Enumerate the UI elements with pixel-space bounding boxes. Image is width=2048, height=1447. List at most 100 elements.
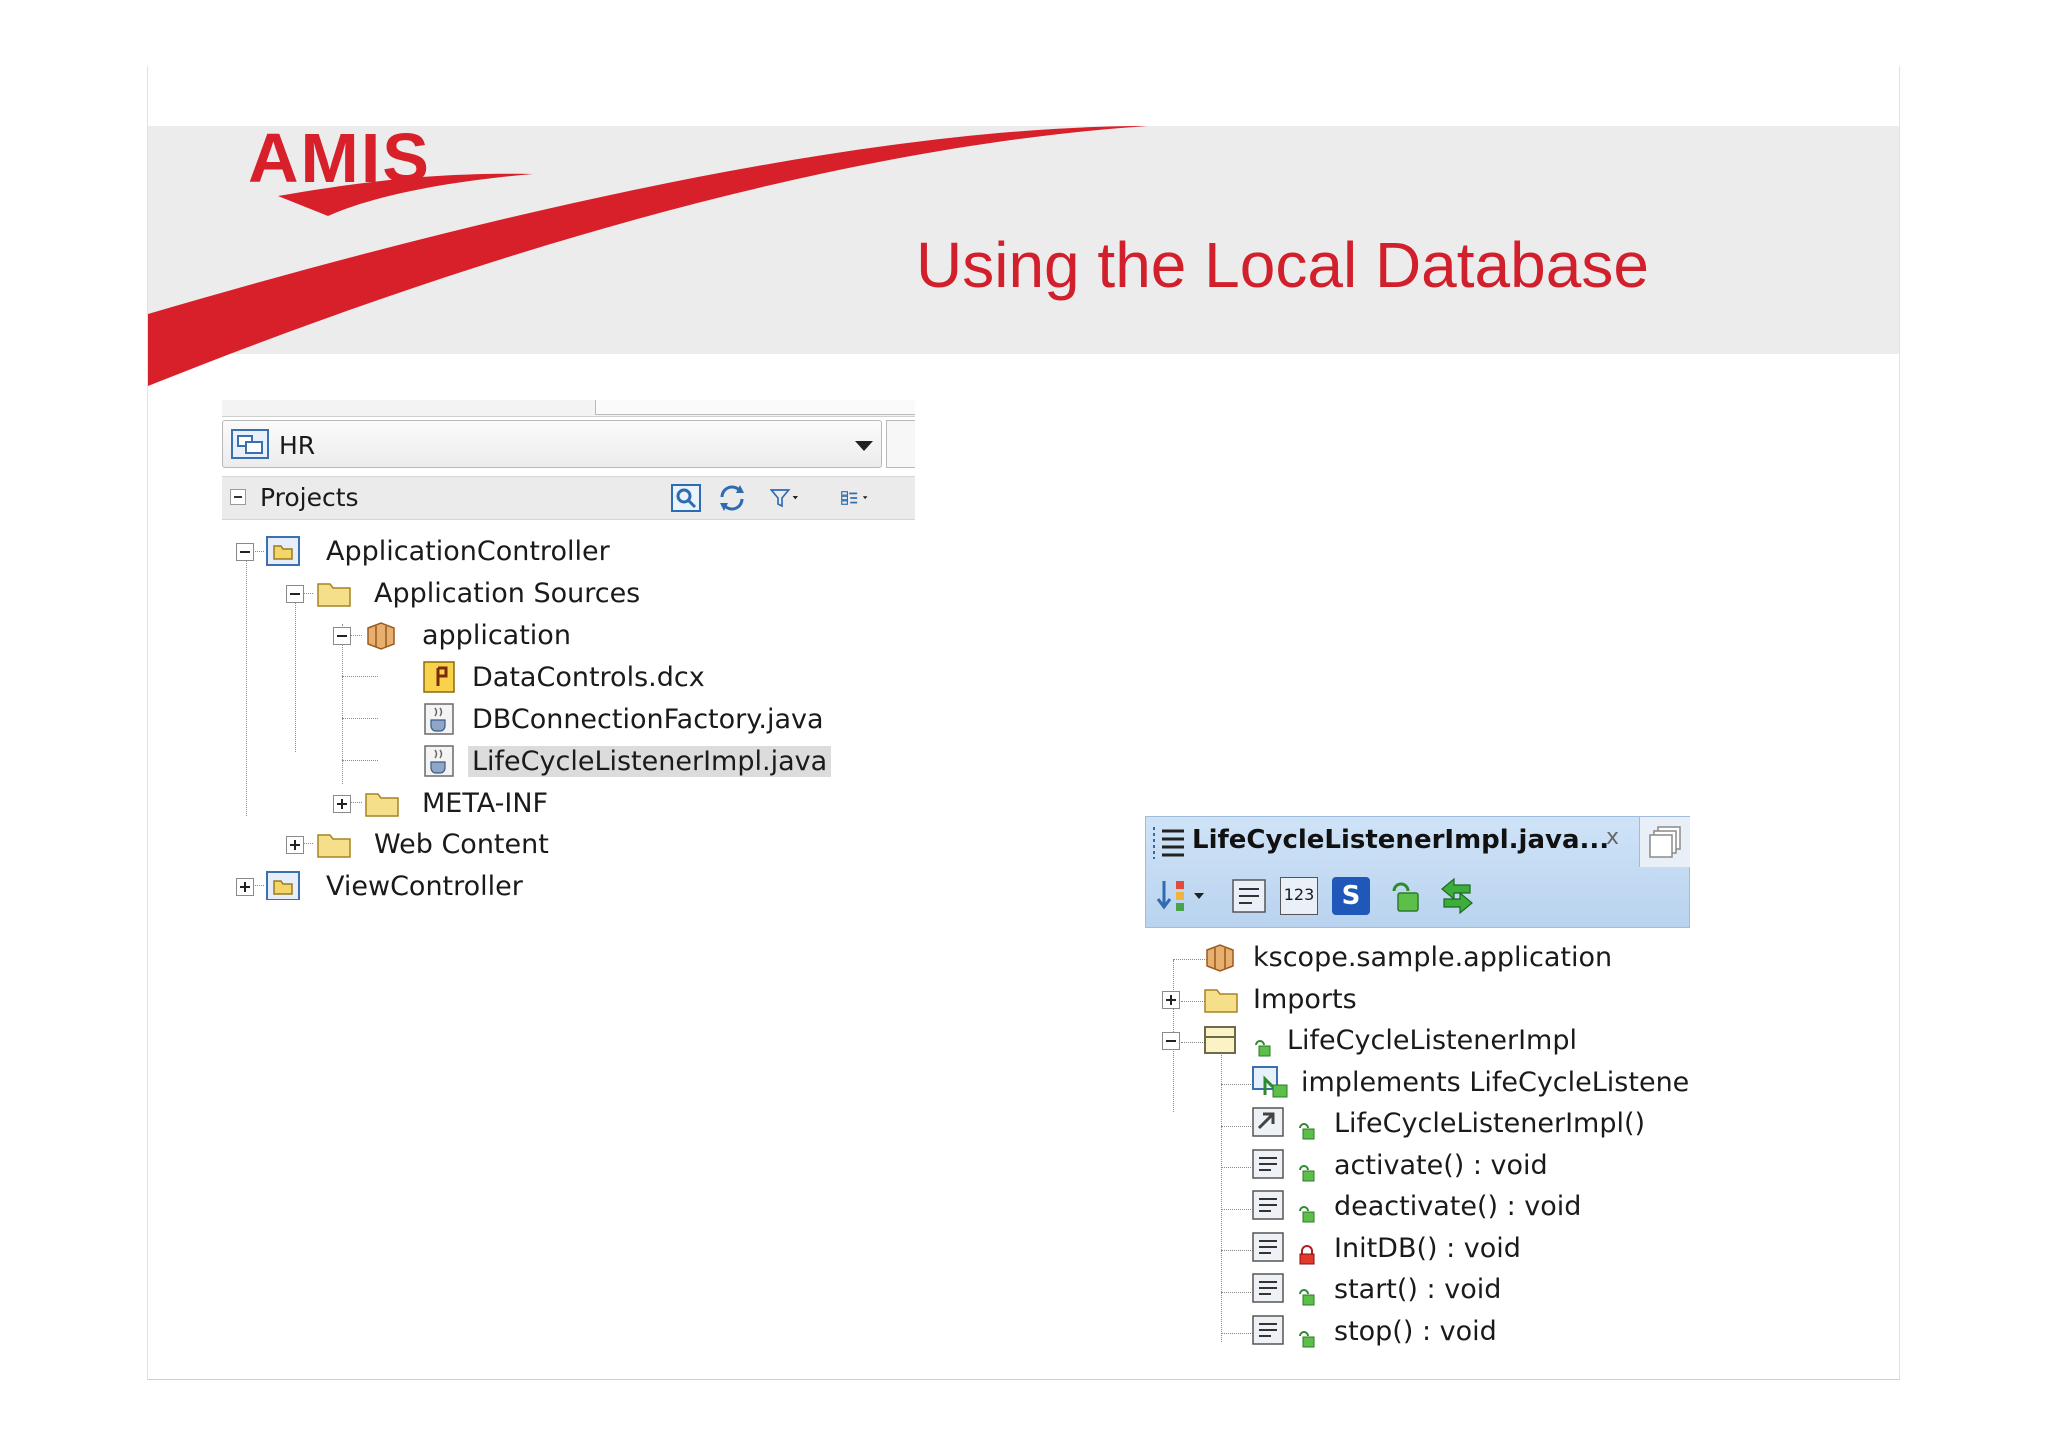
tree-node-datacontrols-dcx[interactable]: DataControls.dcx <box>222 658 915 698</box>
structure-node-method-activate[interactable]: activate() : void <box>1145 1146 1690 1186</box>
expand-icon[interactable] <box>236 878 254 896</box>
search-icon[interactable] <box>670 483 702 513</box>
folder-icon <box>317 583 351 607</box>
collapse-icon[interactable] <box>333 627 351 645</box>
projects-bar: Projects <box>222 476 915 520</box>
folder-icon <box>317 834 351 858</box>
sort-icon[interactable] <box>1154 877 1212 915</box>
navigator-tab-strip <box>222 400 915 417</box>
close-icon[interactable]: x <box>1606 825 1619 850</box>
folder-icon <box>1204 989 1238 1013</box>
public-access-icon <box>1299 1289 1315 1306</box>
tree-node-application-sources[interactable]: Application Sources <box>222 574 915 614</box>
filter-icon[interactable] <box>770 483 802 513</box>
structure-node-method-start[interactable]: start() : void <box>1145 1270 1690 1310</box>
structure-node-method-stop[interactable]: stop() : void <box>1145 1312 1690 1352</box>
tree-node-label: LifeCycleListenerImpl.java <box>468 746 832 777</box>
structure-node-imports[interactable]: Imports <box>1145 980 1690 1020</box>
project-icon <box>266 871 300 900</box>
class-icon <box>1204 1026 1236 1054</box>
structure-header: LifeCycleListenerImpl.java... x 123 S <box>1145 816 1690 928</box>
tree-node-label: Web Content <box>374 829 549 860</box>
method-icon <box>1252 1190 1284 1220</box>
expand-icon[interactable] <box>333 795 351 813</box>
structure-node-label: LifeCycleListenerImpl <box>1287 1025 1577 1056</box>
brand-swoosh <box>148 126 1148 386</box>
application-selector[interactable]: HR <box>222 420 882 468</box>
public-access-icon <box>1299 1206 1315 1223</box>
expand-icon[interactable] <box>1162 991 1180 1009</box>
tree-node-label: DBConnectionFactory.java <box>472 704 824 735</box>
private-access-icon <box>1299 1245 1315 1265</box>
tree-node-applicationcontroller[interactable]: ApplicationController <box>222 532 915 572</box>
application-menu-button[interactable] <box>886 420 915 468</box>
structure-title: LifeCycleListenerImpl.java... <box>1192 825 1610 855</box>
structure-node-label: InitDB() : void <box>1334 1233 1521 1264</box>
package-icon <box>367 622 395 650</box>
dcx-file-icon <box>423 661 455 693</box>
structure-node-method-initdb[interactable]: InitDB() : void <box>1145 1229 1690 1269</box>
collapse-icon[interactable] <box>236 543 254 561</box>
method-icon <box>1252 1273 1284 1303</box>
structure-node-label: stop() : void <box>1334 1316 1497 1347</box>
tree-node-application-package[interactable]: application <box>222 616 915 656</box>
method-icon <box>1252 1149 1284 1179</box>
minimize-pane-button[interactable] <box>1639 817 1690 867</box>
tree-node-lifecyclelistenerimpl-java[interactable]: LifeCycleListenerImpl.java <box>222 742 915 782</box>
structure-pane: LifeCycleListenerImpl.java... x 123 S ks… <box>1145 816 1690 1356</box>
public-access-icon <box>1255 1040 1271 1057</box>
static-icon[interactable]: S <box>1332 877 1370 915</box>
method-icon <box>1252 1232 1284 1262</box>
collapse-icon[interactable] <box>230 489 246 505</box>
tree-node-label: ApplicationController <box>326 536 610 567</box>
structure-node-label: implements LifeCycleListener <box>1301 1067 1690 1098</box>
java-file-icon <box>424 703 454 735</box>
interface-icon <box>1252 1066 1288 1098</box>
project-icon <box>266 536 300 566</box>
constructor-icon <box>1252 1107 1284 1137</box>
application-icon <box>231 429 269 459</box>
structure-node-method-deactivate[interactable]: deactivate() : void <box>1145 1187 1690 1227</box>
collapse-icon[interactable] <box>1162 1032 1180 1050</box>
structure-node-label: start() : void <box>1334 1274 1502 1305</box>
structure-node-label: kscope.sample.application <box>1253 942 1613 973</box>
expand-icon[interactable] <box>286 836 304 854</box>
structure-view-icon <box>1153 827 1184 859</box>
show-members-icon[interactable] <box>1230 877 1268 915</box>
structure-node-implements[interactable]: implements LifeCycleListener <box>1145 1063 1690 1103</box>
java-file-icon <box>424 745 454 777</box>
tree-node-label: application <box>422 620 571 651</box>
slide-title: Using the Local Database <box>916 229 1649 301</box>
public-access-icon <box>1299 1331 1315 1348</box>
refresh-icon[interactable] <box>716 483 748 513</box>
collapse-icon[interactable] <box>286 585 304 603</box>
public-icon[interactable] <box>1386 877 1424 915</box>
structure-node-label: deactivate() : void <box>1334 1191 1582 1222</box>
public-access-icon <box>1299 1123 1315 1140</box>
tree-node-meta-inf[interactable]: META-INF <box>222 784 915 824</box>
projects-label: Projects <box>260 483 359 512</box>
amis-logo: AMIS <box>248 119 431 197</box>
structure-node-label: LifeCycleListenerImpl() <box>1334 1108 1646 1139</box>
tree-node-web-content[interactable]: Web Content <box>222 825 915 865</box>
tree-node-label: ViewController <box>326 871 523 900</box>
public-access-icon <box>1299 1165 1315 1182</box>
tree-node-viewcontroller[interactable]: ViewController <box>222 867 915 900</box>
tree-node-dbconnectionfactory-java[interactable]: DBConnectionFactory.java <box>222 700 915 740</box>
package-icon <box>1206 944 1234 972</box>
folder-icon <box>365 793 399 817</box>
show-fields-icon[interactable]: 123 <box>1280 877 1318 915</box>
structure-node-constructor[interactable]: LifeCycleListenerImpl() <box>1145 1104 1690 1144</box>
tree-node-label: Application Sources <box>374 578 641 609</box>
tree-options-icon[interactable] <box>840 483 872 513</box>
structure-node-class[interactable]: LifeCycleListenerImpl <box>1145 1021 1690 1061</box>
tree-node-label: META-INF <box>422 788 549 819</box>
application-name: HR <box>279 431 316 460</box>
sync-icon[interactable] <box>1438 877 1476 915</box>
structure-node-label: activate() : void <box>1334 1150 1548 1181</box>
method-icon <box>1252 1315 1284 1345</box>
structure-node-package[interactable]: kscope.sample.application <box>1145 938 1690 978</box>
chevron-down-icon[interactable] <box>855 441 873 451</box>
application-navigator: HR Projects ApplicationController Applic… <box>222 400 915 900</box>
structure-node-label: Imports <box>1253 984 1357 1015</box>
